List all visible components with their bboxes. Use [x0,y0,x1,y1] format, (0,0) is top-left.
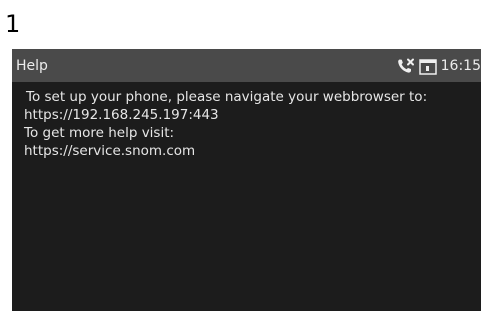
setup-url-text: https://192.168.245.197:443 [24,107,219,123]
status-area: 16:15 [397,57,481,75]
service-url-text: https://service.snom.com [24,143,196,159]
calendar-icon [418,58,437,75]
clock: 16:15 [440,58,481,74]
step-number: 1 [5,10,21,38]
phone-screen: Help 16:15 To set up your phone, please … [12,49,481,311]
missed-call-icon [397,58,415,74]
title-bar: Help 16:15 [12,49,481,82]
more-help-text: To get more help visit: [24,125,175,141]
help-content: To set up your phone, please navigate yo… [24,88,479,160]
help-instruction-text: To set up your phone, please navigate yo… [26,89,428,105]
screen-title: Help [16,58,48,74]
